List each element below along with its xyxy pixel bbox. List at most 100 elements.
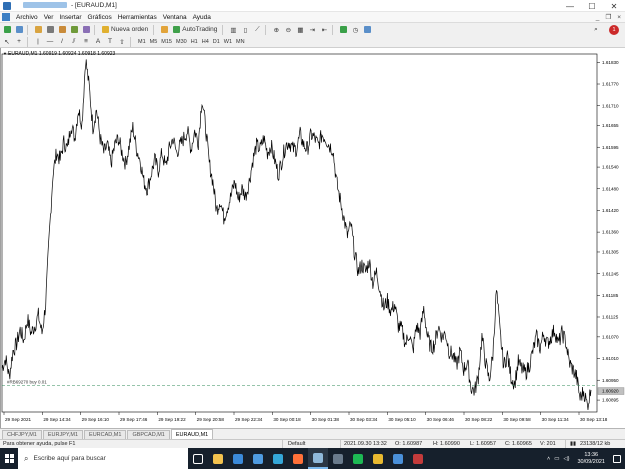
time-tick-label: 29 Sep 17:46 — [120, 417, 148, 422]
status-volume: V: 201 — [540, 441, 556, 447]
terminal-icon[interactable] — [69, 25, 79, 35]
mail-icon[interactable] — [228, 448, 248, 469]
price-tick-label: 1.61540 — [602, 165, 619, 170]
metatrader-icon[interactable] — [308, 448, 328, 469]
line-chart-icon[interactable]: ⟋ — [252, 25, 262, 35]
auto-scroll-icon[interactable]: ⇥ — [307, 25, 317, 35]
text-icon[interactable]: A — [93, 37, 103, 47]
vertical-line-icon[interactable]: | — [33, 37, 43, 47]
timeframe-m1[interactable]: M1 — [138, 39, 146, 45]
tab-eurjpy[interactable]: EURJPY,M1 — [42, 430, 84, 439]
chart-close-button[interactable]: × — [617, 14, 621, 21]
notification-center-icon[interactable] — [613, 454, 621, 463]
fibonacci-icon[interactable]: ≡ — [81, 37, 91, 47]
tab-eurcad[interactable]: EURCAD,M1 — [84, 430, 127, 439]
zoom-out-icon[interactable]: ⊖ — [283, 25, 293, 35]
menu-herramientas[interactable]: Herramientas — [118, 14, 157, 21]
navigator-icon[interactable] — [57, 25, 67, 35]
firefox-icon[interactable] — [288, 448, 308, 469]
status-help: Para obtener ayuda, pulse F1 — [3, 441, 76, 447]
search-icon[interactable]: ⌕ — [591, 25, 601, 35]
channel-icon[interactable]: ⫽ — [69, 37, 79, 47]
file-explorer-icon[interactable] — [208, 448, 228, 469]
timeframe-h4[interactable]: H4 — [202, 39, 209, 45]
network-icon[interactable]: ▭ — [554, 456, 559, 462]
new-chart-icon[interactable] — [2, 25, 12, 35]
time-tick-label: 29 Sep 16:10 — [82, 417, 110, 422]
menu-ayuda[interactable]: Ayuda — [193, 14, 211, 21]
app-icon[interactable] — [408, 448, 428, 469]
data-window-icon[interactable] — [45, 25, 55, 35]
taskbar-clock[interactable]: 13:36 30/09/2021 — [577, 452, 605, 466]
time-tick-label: 29 Sep 2021 — [5, 417, 32, 422]
plot-area — [1, 53, 598, 413]
chart-restore-button[interactable]: ❐ — [605, 13, 611, 21]
window-title: - [EURAUD,M1] — [23, 2, 117, 9]
minimize-button[interactable]: — — [559, 0, 581, 12]
new-order-icon — [102, 26, 109, 33]
title-bar: - [EURAUD,M1] — ☐ ✕ — [0, 0, 625, 12]
chart-shift-icon[interactable]: ⇤ — [319, 25, 329, 35]
candlestick-icon[interactable]: ▯ — [240, 25, 250, 35]
time-tick-label: 30 Sep 03:34 — [350, 417, 378, 422]
timeframe-h1[interactable]: H1 — [191, 39, 198, 45]
trendline-icon[interactable]: / — [57, 37, 67, 47]
timeframe-w1[interactable]: W1 — [224, 39, 232, 45]
price-chart-svg[interactable]: EURAUD,M1 1.60919 1.60924 1.60918 1.6092… — [1, 48, 625, 428]
profiles-icon[interactable] — [14, 25, 24, 35]
metatrader-logo-icon — [3, 1, 11, 10]
start-button[interactable] — [0, 448, 18, 469]
chart-window-icon[interactable] — [2, 13, 10, 21]
horizontal-line-icon[interactable]: — — [45, 37, 55, 47]
timeframe-m15[interactable]: M15 — [161, 39, 172, 45]
menu-insertar[interactable]: Insertar — [59, 14, 81, 21]
app-icon[interactable] — [388, 448, 408, 469]
task-view-icon[interactable] — [188, 448, 208, 469]
notifications-icon[interactable]: 1 — [609, 25, 619, 35]
clock-time: 13:36 — [584, 451, 599, 458]
label-icon[interactable]: T — [105, 37, 115, 47]
timeframe-mn[interactable]: MN — [236, 39, 245, 45]
status-profile[interactable]: Default — [288, 441, 305, 447]
menu-ventana[interactable]: Ventana — [163, 14, 187, 21]
price-tick-label: 1.61480 — [602, 186, 619, 191]
bar-chart-icon[interactable]: ▥ — [228, 25, 238, 35]
timeframe-d1[interactable]: D1 — [213, 39, 220, 45]
cursor-icon[interactable]: ↖ — [2, 37, 12, 47]
market-watch-icon[interactable] — [33, 25, 43, 35]
search-icon: ⌕ — [24, 453, 29, 463]
new-order-button[interactable]: Nueva orden — [100, 25, 150, 35]
menu-ver[interactable]: Ver — [44, 14, 54, 21]
timeframe-m30[interactable]: M30 — [176, 39, 187, 45]
tile-windows-icon[interactable]: ▦ — [295, 25, 305, 35]
tray-chevron-icon[interactable]: ˄ — [547, 456, 550, 462]
tab-euraud[interactable]: EURAUD,M1 — [170, 429, 214, 439]
chrome-icon[interactable] — [368, 448, 388, 469]
periods-icon[interactable]: ◷ — [350, 25, 360, 35]
chart-minimize-button[interactable]: _ — [596, 14, 600, 21]
status-bar: Para obtener ayuda, pulse F1 Default 202… — [0, 439, 625, 449]
tab-chfjpy[interactable]: CHFJPY,M1 — [2, 430, 42, 439]
timeframe-m5[interactable]: M5 — [150, 39, 158, 45]
price-chart[interactable]: EURAUD,M1 1.60919 1.60924 1.60918 1.6092… — [0, 48, 625, 428]
volume-icon[interactable]: ◁) — [563, 456, 569, 462]
store-icon[interactable] — [248, 448, 268, 469]
spotify-icon[interactable] — [348, 448, 368, 469]
app-icon[interactable] — [328, 448, 348, 469]
zoom-in-icon[interactable]: ⊕ — [271, 25, 281, 35]
taskbar-search[interactable]: ⌕ Escribe aquí para buscar — [18, 448, 188, 469]
menu-archivo[interactable]: Archivo — [16, 14, 38, 21]
arrows-icon[interactable]: ⇧ — [117, 37, 127, 47]
tab-gbpcad[interactable]: GBPCAD,M1 — [127, 430, 170, 439]
menu-graficos[interactable]: Gráficos — [88, 14, 112, 21]
maximize-button[interactable]: ☐ — [581, 0, 603, 12]
close-button[interactable]: ✕ — [603, 0, 625, 12]
templates-icon[interactable] — [362, 25, 372, 35]
indicators-icon[interactable] — [338, 25, 348, 35]
price-tick-label: 1.61245 — [602, 271, 619, 276]
autotrading-button[interactable]: AutoTrading — [171, 25, 219, 35]
edge-icon[interactable] — [268, 448, 288, 469]
crosshair-icon[interactable]: + — [14, 37, 24, 47]
metaeditor-icon[interactable] — [159, 25, 169, 35]
strategy-tester-icon[interactable] — [81, 25, 91, 35]
